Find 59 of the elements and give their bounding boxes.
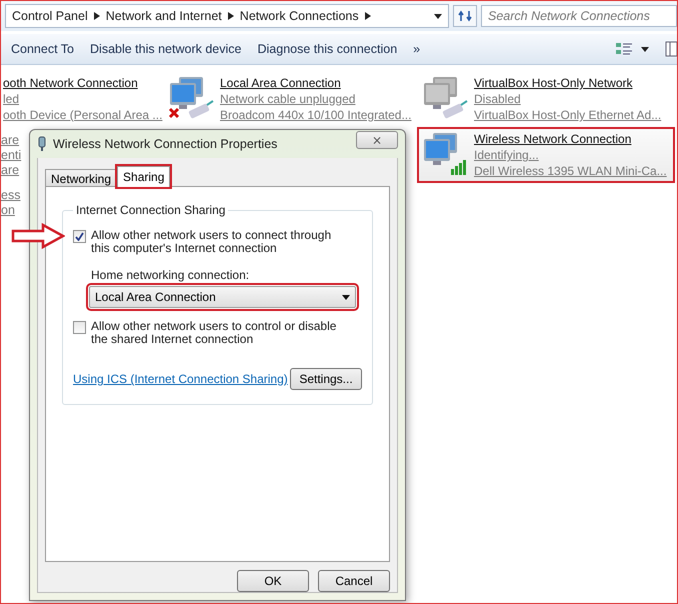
connection-status: led	[3, 91, 20, 107]
connection-text: on	[1, 203, 15, 218]
chevron-icon[interactable]	[94, 12, 100, 20]
connection-status: Identifying...	[474, 147, 540, 163]
breadcrumb[interactable]: Network and Internet	[106, 9, 222, 23]
breadcrumb[interactable]: Network Connections	[240, 9, 359, 23]
checkbox-label: Allow other network users to control or disable the shared Internet connection	[91, 320, 338, 346]
refresh-button[interactable]	[453, 5, 477, 27]
connection-text: are	[1, 163, 20, 178]
caret-icon	[342, 294, 350, 300]
address-bar[interactable]: Control Panel Network and Internet Network Connections	[5, 4, 449, 28]
tab[interactable]: Networking	[45, 169, 118, 187]
settings-button[interactable]: Settings...	[290, 368, 362, 390]
connection-status: Disabled	[474, 91, 522, 107]
dialog-button[interactable]: Cancel	[318, 570, 390, 592]
connection-text: are	[1, 133, 20, 148]
dialog-button[interactable]: OK	[237, 570, 309, 592]
connection-text: enti	[1, 148, 22, 163]
network-adapter-icon	[421, 75, 469, 121]
chevron-icon[interactable]	[364, 12, 371, 20]
tab[interactable]: Sharing	[117, 166, 170, 187]
checkbox[interactable]	[73, 321, 86, 334]
view-options-icon[interactable]	[615, 42, 633, 56]
connection-name[interactable]: ooth Network Connection	[3, 75, 162, 91]
connection-item[interactable]: VirtualBox Host-Only Network Disabled VirtualBox Host-Only Ethernet Ad...	[419, 73, 673, 125]
toolbar-button[interactable]: »	[405, 36, 428, 62]
chevron-icon[interactable]	[228, 12, 234, 20]
dropdown-icon[interactable]	[641, 46, 649, 52]
connection-item[interactable]: Wireless Network Connection Identifying... Dell Wireless 1395 WLAN Mini-Ca...	[419, 129, 673, 181]
adapter-icon	[37, 136, 47, 152]
dropdown-icon[interactable]	[434, 14, 442, 18]
close-button[interactable]: ⨯	[356, 131, 398, 149]
connection-select[interactable]: Local Area Connection	[89, 286, 356, 308]
toolbar-button[interactable]: Disable this network device	[82, 36, 250, 62]
connection-name[interactable]: VirtualBox Host-Only Network	[474, 75, 662, 91]
checkbox[interactable]	[73, 230, 86, 243]
field-label: Home networking connection:	[91, 268, 250, 282]
device-name: VirtualBox Host-Only Ethernet Ad...	[474, 107, 662, 123]
group-title: Internet Connection Sharing	[75, 203, 226, 217]
refresh-icon	[458, 10, 472, 22]
connection-name[interactable]: Wireless Network Connection	[474, 131, 667, 147]
device-name: ooth Device (Personal Area ...	[3, 107, 162, 123]
device-name: Dell Wireless 1395 WLAN Mini-Ca...	[474, 163, 667, 179]
search-field[interactable]: Search Network Connections	[481, 5, 677, 27]
connection-text: ess	[1, 188, 20, 203]
toolbar-button[interactable]: Diagnose this connection	[249, 36, 406, 62]
network-adapter-icon	[167, 75, 215, 121]
help-link[interactable]: Using ICS (Internet Connection Sharing)	[73, 372, 288, 386]
breadcrumb[interactable]: Control Panel	[12, 9, 88, 23]
preview-pane-icon[interactable]	[665, 41, 677, 57]
connection-item[interactable]: Local Area Connection Network cable unplugged Broadcom 440x 10/100 Integrated...	[165, 73, 415, 125]
device-name: Broadcom 440x 10/100 Integrated...	[220, 107, 412, 123]
network-adapter-icon	[421, 131, 469, 177]
toolbar-button[interactable]: Connect To	[3, 36, 82, 62]
connection-status: Network cable unplugged	[220, 91, 356, 107]
connection-name[interactable]: Local Area Connection	[220, 75, 412, 91]
connection-item[interactable]: ooth Network Connection led ooth Device (Personal Area ...	[1, 73, 161, 125]
checkbox-label: Allow other network users to connect through this computer's Internet connection	[91, 229, 332, 255]
dialog-title: Wireless Network Connection Properties	[53, 137, 278, 151]
